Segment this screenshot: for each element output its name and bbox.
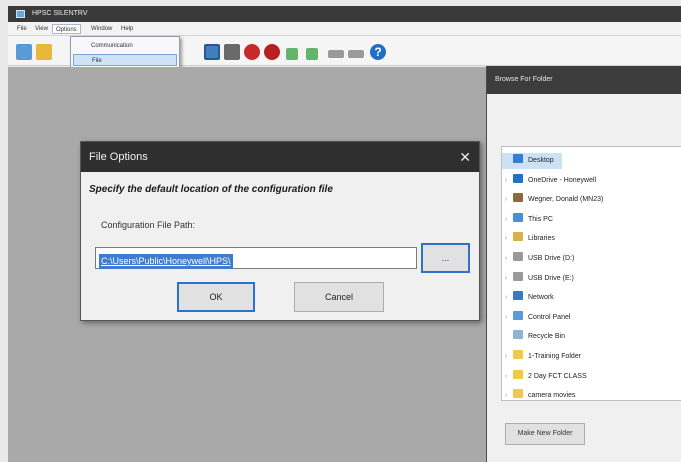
- config-path-input[interactable]: C:\Users\Public\Honeywell\HPS\: [95, 247, 417, 269]
- tree-item-label: Wegner, Donald (MN23): [528, 196, 604, 204]
- cancel-button[interactable]: Cancel: [294, 282, 384, 312]
- tree-item[interactable]: Desktop: [502, 153, 562, 169]
- tree-item-label: USB Drive (E:): [528, 274, 574, 282]
- config-path-label: Configuration File Path:: [101, 220, 196, 230]
- new-icon[interactable]: [16, 44, 32, 60]
- help-icon[interactable]: ?: [370, 44, 386, 60]
- folder-tree[interactable]: Desktop › OneDrive - Honeywell › Wegner, Don…: [501, 146, 681, 401]
- tree-item[interactable]: › USB Drive (E:): [502, 271, 574, 287]
- record-red-icon[interactable]: [244, 44, 260, 60]
- tree-item-label: Control Panel: [528, 313, 571, 321]
- expander-icon[interactable]: ›: [502, 212, 510, 228]
- expander-icon[interactable]: ›: [502, 173, 510, 189]
- dialog-title-bar: File Options ✕: [81, 142, 479, 172]
- usb-drive-icon: [513, 252, 523, 261]
- menu-view[interactable]: View: [32, 24, 51, 34]
- expander-icon[interactable]: ›: [502, 192, 510, 208]
- computer-icon: [513, 212, 523, 222]
- tree-item-label: This PC: [528, 215, 553, 223]
- file-options-dialog: File Options ✕ Specify the default locat…: [80, 141, 480, 321]
- tree-item[interactable]: › USB Drive (D:): [502, 251, 574, 267]
- report-icon[interactable]: [348, 50, 364, 58]
- tree-item[interactable]: › Control Panel: [502, 310, 570, 326]
- folder-icon: [513, 369, 523, 379]
- menu-options[interactable]: Options: [52, 24, 81, 34]
- open-icon[interactable]: [36, 44, 52, 60]
- config-path-value: C:\Users\Public\Honeywell\HPS\: [99, 254, 233, 269]
- browse-dialog-title: Browse For Folder: [487, 66, 681, 94]
- expander-icon[interactable]: ›: [502, 251, 510, 267]
- image-icon[interactable]: [204, 44, 220, 60]
- control-panel-icon: [513, 310, 523, 320]
- tree-item-label: Desktop: [528, 157, 554, 164]
- expander-icon[interactable]: ›: [502, 388, 510, 400]
- menu-help[interactable]: Help: [118, 24, 136, 34]
- dialog-heading: Specify the default location of the conf…: [89, 184, 333, 195]
- tree-item-label: 1-Training Folder: [528, 353, 582, 360]
- print-icon[interactable]: [224, 44, 240, 60]
- app-window: HPSC SILENTRV File View Options Window H…: [0, 0, 681, 462]
- connect-icon[interactable]: [286, 48, 298, 60]
- menu-file[interactable]: File: [14, 24, 30, 34]
- menu-item-file[interactable]: File: [73, 54, 177, 66]
- user-icon: [513, 193, 523, 203]
- tree-item[interactable]: › 1-Training Folder: [502, 349, 581, 365]
- libraries-icon: [513, 232, 523, 242]
- browse-for-folder-dialog: Browse For Folder Desktop › OneDrive - Hon…: [486, 66, 681, 462]
- app-icon: [16, 10, 25, 18]
- usb-drive-icon: [513, 271, 523, 281]
- expander-icon[interactable]: ›: [502, 310, 510, 326]
- folder-icon: [513, 350, 523, 359]
- tree-item[interactable]: Recycle Bin: [502, 329, 565, 345]
- network-icon[interactable]: [328, 50, 344, 58]
- make-new-folder-button[interactable]: Make New Folder: [505, 423, 585, 445]
- folder-icon: [513, 389, 523, 399]
- tree-item[interactable]: › This PC: [502, 212, 553, 228]
- disconnect-icon[interactable]: [306, 48, 318, 60]
- tree-item[interactable]: › OneDrive - Honeywell: [502, 173, 596, 189]
- tree-item[interactable]: › Wegner, Donald (MN23): [502, 192, 603, 208]
- recycle-bin-icon: [513, 330, 523, 340]
- tree-item-label: 2 Day FCT CLASS: [528, 372, 587, 380]
- cloud-icon: [513, 173, 523, 183]
- expander-icon[interactable]: ›: [502, 349, 510, 365]
- expander-icon[interactable]: ›: [502, 271, 510, 287]
- expander-icon[interactable]: ›: [502, 369, 510, 385]
- menu-window[interactable]: Window: [88, 24, 115, 34]
- expander-icon[interactable]: ›: [502, 231, 510, 247]
- title-bar: HPSC SILENTRV: [8, 6, 681, 22]
- menu-bar: File View Options Window Help: [8, 22, 681, 36]
- app-title: HPSC SILENTRV: [32, 10, 88, 17]
- tree-item-label: Libraries: [528, 235, 555, 243]
- close-icon[interactable]: ✕: [459, 142, 471, 172]
- tree-item-label: USB Drive (D:): [528, 255, 575, 262]
- stop-red-icon[interactable]: [264, 44, 280, 60]
- tree-item[interactable]: › Network: [502, 290, 554, 306]
- tree-item[interactable]: › Libraries: [502, 231, 555, 247]
- dialog-title: File Options: [89, 151, 148, 163]
- ok-button[interactable]: OK: [177, 282, 255, 312]
- menu-item-communication[interactable]: Communication: [73, 40, 177, 52]
- tree-item-label: Recycle Bin: [528, 333, 565, 341]
- tree-item[interactable]: › 2 Day FCT CLASS: [502, 369, 587, 385]
- tree-item[interactable]: › camera movies: [502, 388, 576, 400]
- browse-button[interactable]: ...: [421, 243, 470, 273]
- tree-item-label: OneDrive - Honeywell: [528, 176, 597, 184]
- desktop-icon: [513, 154, 523, 163]
- tree-item-label: camera movies: [528, 392, 576, 400]
- network-icon: [513, 291, 523, 301]
- tree-item-label: Network: [528, 294, 554, 302]
- options-dropdown: Communication File: [70, 36, 180, 68]
- expander-icon[interactable]: ›: [502, 290, 510, 306]
